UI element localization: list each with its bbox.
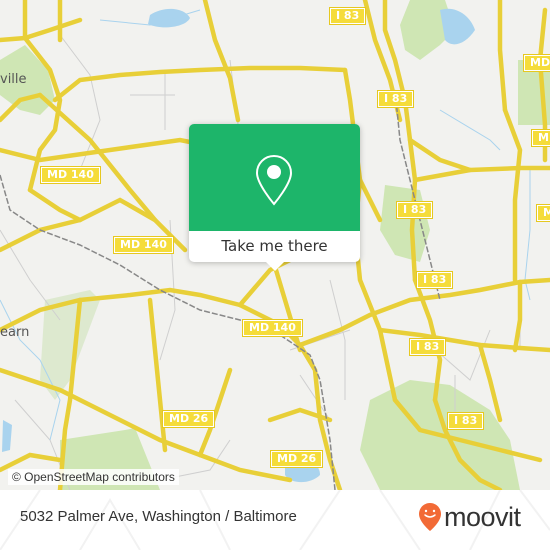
place-label-woodlawn: earn	[0, 325, 30, 340]
road-shield-md: M	[536, 204, 550, 222]
map-pin-icon	[255, 154, 293, 206]
road-shield-md140: MD 140	[40, 166, 101, 184]
take-me-there-button[interactable]: Take me there	[189, 231, 360, 262]
popup-tail	[266, 262, 284, 271]
road-shield-md: MD	[530, 129, 550, 147]
road-shield-i83: I 83	[376, 90, 415, 108]
footer: 5032 Palmer Ave, Washington / Baltimore …	[0, 490, 550, 550]
map[interactable]: ville earn MD 140 MD 140 MD 140 MD 26 MD…	[0, 0, 550, 490]
road-shield-i83: I 83	[415, 271, 454, 289]
road-shield-md140: MD 140	[242, 319, 303, 337]
road-shield-i83: I 83	[408, 338, 447, 356]
road-shield-md26: MD 26	[269, 450, 324, 468]
map-attribution[interactable]: © OpenStreetMap contributors	[8, 469, 179, 485]
road-shield-i83: I 83	[446, 412, 485, 430]
road-shield-md: MD	[522, 54, 550, 72]
moovit-pin-icon	[419, 503, 441, 531]
place-label-pikesville: ville	[0, 72, 27, 87]
address-text: 5032 Palmer Ave, Washington / Baltimore	[20, 508, 297, 525]
moovit-logo[interactable]: moovit	[418, 502, 521, 532]
location-popup: Take me there	[189, 124, 360, 271]
road-shield-i83: I 83	[395, 201, 434, 219]
popup-header	[189, 124, 360, 231]
road-shield-i83: I 83	[328, 7, 367, 25]
moovit-wordmark: moovit	[444, 502, 521, 532]
road-shield-md140: MD 140	[113, 236, 174, 254]
road-shield-md26: MD 26	[161, 410, 216, 428]
